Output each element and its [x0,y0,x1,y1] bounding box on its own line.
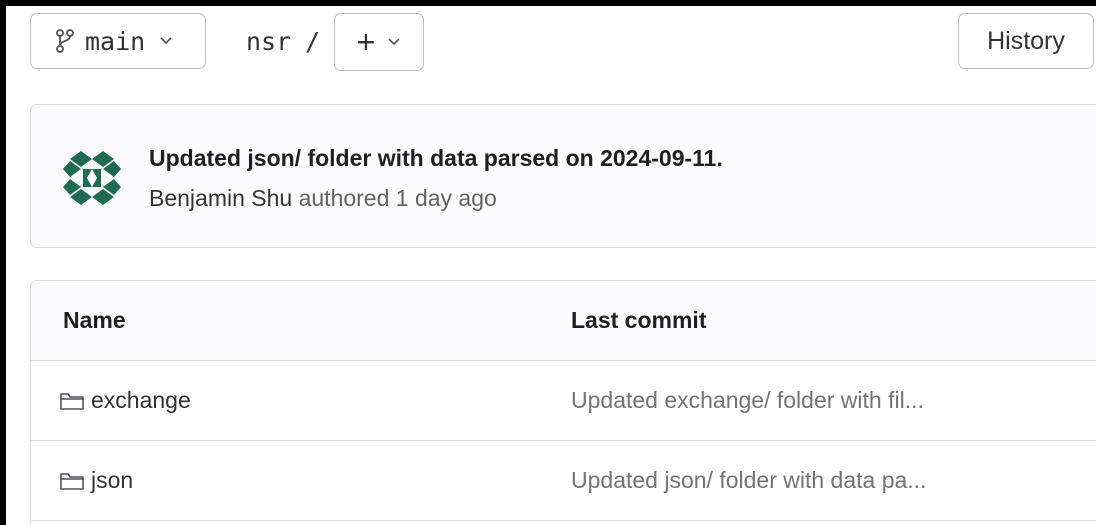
folder-icon [60,392,84,410]
file-link[interactable]: exchange [59,387,191,414]
commit-meta: Benjamin Shu authored 1 day ago [149,185,497,212]
table-row[interactable]: json Updated json/ folder with data pa..… [31,441,1096,521]
branch-selector-button[interactable]: main [30,13,206,69]
breadcrumb-repo-link[interactable]: nsr [246,27,291,56]
column-header-last-commit: Last commit [571,307,707,333]
breadcrumb: nsr / [246,13,320,69]
table-header: Name Last commit [31,281,1096,361]
plus-icon: + [356,24,376,60]
avatar[interactable] [59,145,125,211]
breadcrumb-separator: / [305,26,321,56]
file-table: Name Last commit exchange Updated exchan… [30,280,1096,525]
commit-message-link[interactable]: Updated exchange/ folder with fil... [571,387,924,414]
file-name: exchange [91,387,191,413]
chevron-down-icon [160,37,172,45]
branch-icon [56,29,74,53]
commit-author-link[interactable]: Benjamin Shu [149,185,292,211]
file-link[interactable]: json [59,467,133,494]
branch-name: main [85,26,146,56]
chevron-down-icon [388,38,400,46]
commit-title-link[interactable]: Updated json/ folder with data parsed on… [149,145,723,172]
add-file-dropdown-button[interactable]: + [334,13,424,71]
last-commit-panel: Updated json/ folder with data parsed on… [30,104,1096,248]
table-row[interactable]: exchange Updated exchange/ folder with f… [31,361,1096,441]
history-button-label: History [987,26,1065,55]
commit-message-link[interactable]: Updated json/ folder with data pa... [571,467,926,494]
file-name: json [91,467,134,493]
commit-authored-time: authored 1 day ago [298,185,497,211]
history-button[interactable]: History [958,13,1094,69]
column-header-name: Name [63,307,126,333]
repository-page: main nsr / + History Updated json/ folde… [6,6,1096,525]
folder-icon [60,472,84,490]
